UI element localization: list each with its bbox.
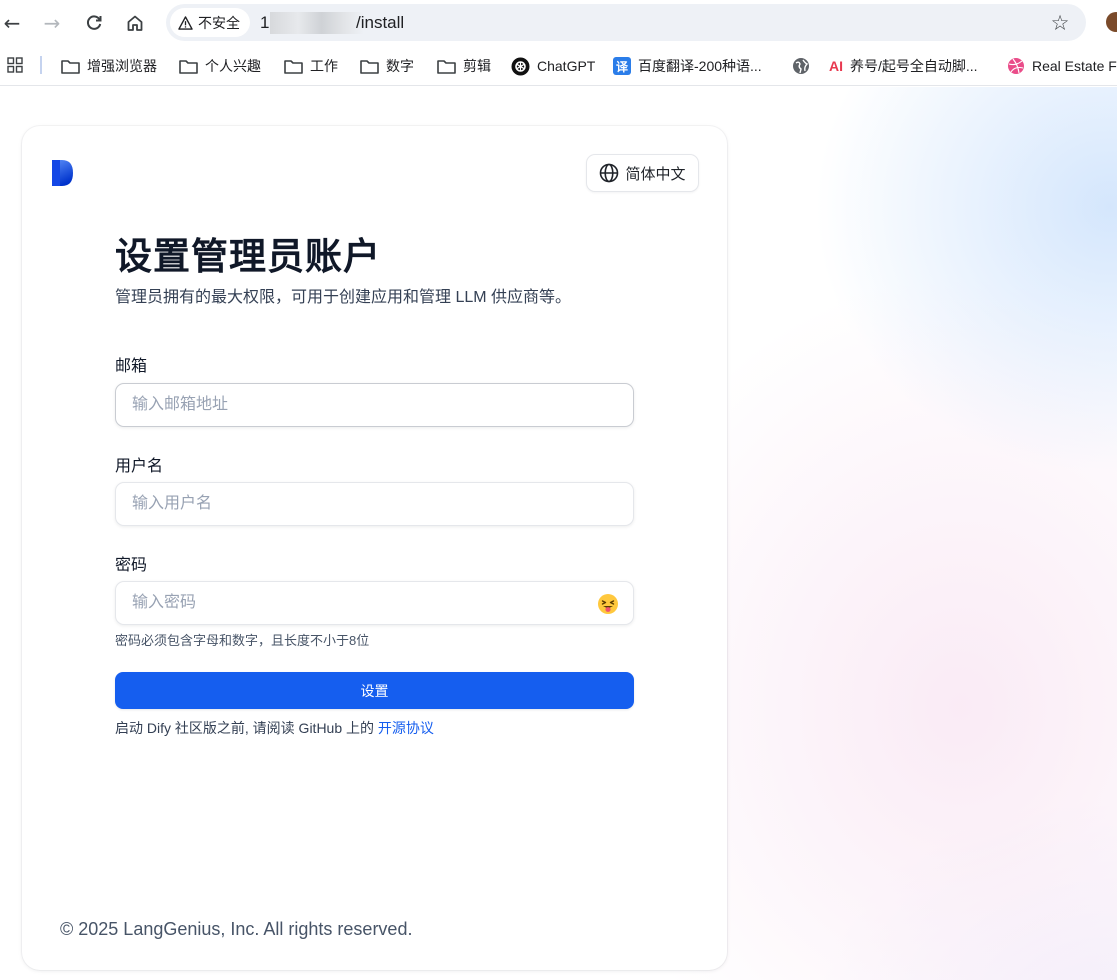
security-indicator[interactable]: 不安全 (170, 8, 250, 37)
license-link[interactable]: 开源协议 (378, 720, 434, 736)
bookmark-ai-script[interactable]: AI 养号/起号全自动脚... (829, 54, 978, 78)
home-button[interactable] (120, 8, 150, 38)
bookmark-star-button[interactable]: ☆ (1046, 9, 1074, 37)
globe-icon (793, 58, 809, 74)
bookmark-folder[interactable]: 剪辑 (437, 54, 491, 78)
baidu-translate-icon: 译 (613, 57, 631, 75)
folder-icon (284, 59, 303, 74)
bookmark-label: 百度翻译-200种语... (638, 58, 762, 74)
password-field[interactable] (116, 582, 633, 624)
email-label: 邮箱 (115, 358, 148, 375)
dribbble-icon (1008, 58, 1024, 74)
folder-icon (61, 59, 80, 74)
dify-logo-icon (52, 160, 73, 186)
folder-icon (179, 59, 198, 74)
bookmark-folder[interactable]: 数字 (360, 54, 414, 78)
bookmark-label: 个人兴趣 (205, 58, 261, 74)
forward-arrow-icon: → (43, 11, 61, 35)
bookmark-label: 数字 (386, 58, 414, 74)
page-title: 设置管理员账户 (115, 236, 381, 277)
security-text: 不安全 (198, 14, 240, 31)
star-icon: ☆ (1050, 11, 1070, 35)
license-notice-text: 启动 Dify 社区版之前, 请阅读 GitHub 上的 (115, 720, 378, 736)
url-redaction (270, 12, 364, 34)
warning-icon (178, 15, 193, 30)
url-path: /install (356, 13, 405, 32)
browser-toolbar: ← → 不安全 1 /install ☆ (0, 0, 1117, 46)
bookmarks-divider (40, 56, 42, 74)
folder-icon (360, 59, 379, 74)
bookmark-folder[interactable]: 个人兴趣 (179, 54, 261, 78)
reload-icon (86, 15, 102, 30)
home-icon (127, 15, 143, 31)
back-arrow-icon: ← (3, 11, 21, 35)
bookmark-folder[interactable]: 工作 (284, 54, 338, 78)
license-notice: 启动 Dify 社区版之前, 请阅读 GitHub 上的 开源协议 (115, 718, 434, 738)
bookmark-label: ChatGPT (537, 58, 596, 74)
username-field[interactable] (116, 483, 633, 525)
bookmark-label: 养号/起号全自动脚... (850, 58, 978, 74)
show-password-toggle-icon[interactable] (597, 593, 619, 615)
setup-submit-button[interactable]: 设置 (115, 672, 634, 709)
language-switcher[interactable]: 简体中文 (586, 154, 699, 192)
extension-icon[interactable] (1106, 12, 1117, 32)
bookmark-globe[interactable] (792, 54, 810, 78)
forward-button[interactable]: → (37, 8, 67, 38)
email-field-wrapper (115, 383, 634, 427)
ai-icon: AI (829, 58, 843, 74)
url-host: 1 (260, 13, 270, 32)
password-hint: 密码必须包含字母和数字，且长度不小于8位 (115, 633, 370, 648)
globe-icon (600, 163, 619, 183)
bookmark-label: 增强浏览器 (87, 58, 157, 74)
install-card: 简体中文 设置管理员账户 管理员拥有的最大权限，可用于创建应用和管理 LLM 供… (22, 126, 727, 970)
bookmark-folder[interactable]: 增强浏览器 (61, 54, 157, 78)
address-bar[interactable]: 不安全 1 /install (166, 4, 1086, 41)
email-field[interactable] (116, 384, 633, 426)
bookmark-label: Real Estate F (1032, 58, 1117, 74)
back-button[interactable]: ← (0, 8, 27, 38)
folder-icon (437, 59, 456, 74)
apps-grid-icon[interactable] (7, 57, 23, 73)
password-field-wrapper (115, 581, 634, 625)
copyright-footer: © 2025 LangGenius, Inc. All rights reser… (60, 919, 413, 939)
bookmark-real-estate[interactable]: Real Estate F (1007, 54, 1117, 78)
username-label: 用户名 (115, 458, 164, 475)
username-field-wrapper (115, 482, 634, 526)
bookmark-chatgpt[interactable]: ChatGPT (511, 54, 595, 78)
chatgpt-icon (511, 57, 530, 75)
bookmarks-bar: 增强浏览器 个人兴趣 工作 数字 剪辑 ChatGPT 译 百度翻译-200种语… (0, 46, 1117, 86)
bookmark-label: 工作 (310, 58, 338, 74)
bookmark-label: 剪辑 (463, 58, 491, 74)
page-subtitle: 管理员拥有的最大权限，可用于创建应用和管理 LLM 供应商等。 (115, 289, 572, 306)
language-label: 简体中文 (625, 165, 686, 183)
bookmark-baidu-translate[interactable]: 译 百度翻译-200种语... (613, 54, 762, 78)
password-label: 密码 (115, 557, 148, 574)
reload-button[interactable] (79, 8, 109, 38)
